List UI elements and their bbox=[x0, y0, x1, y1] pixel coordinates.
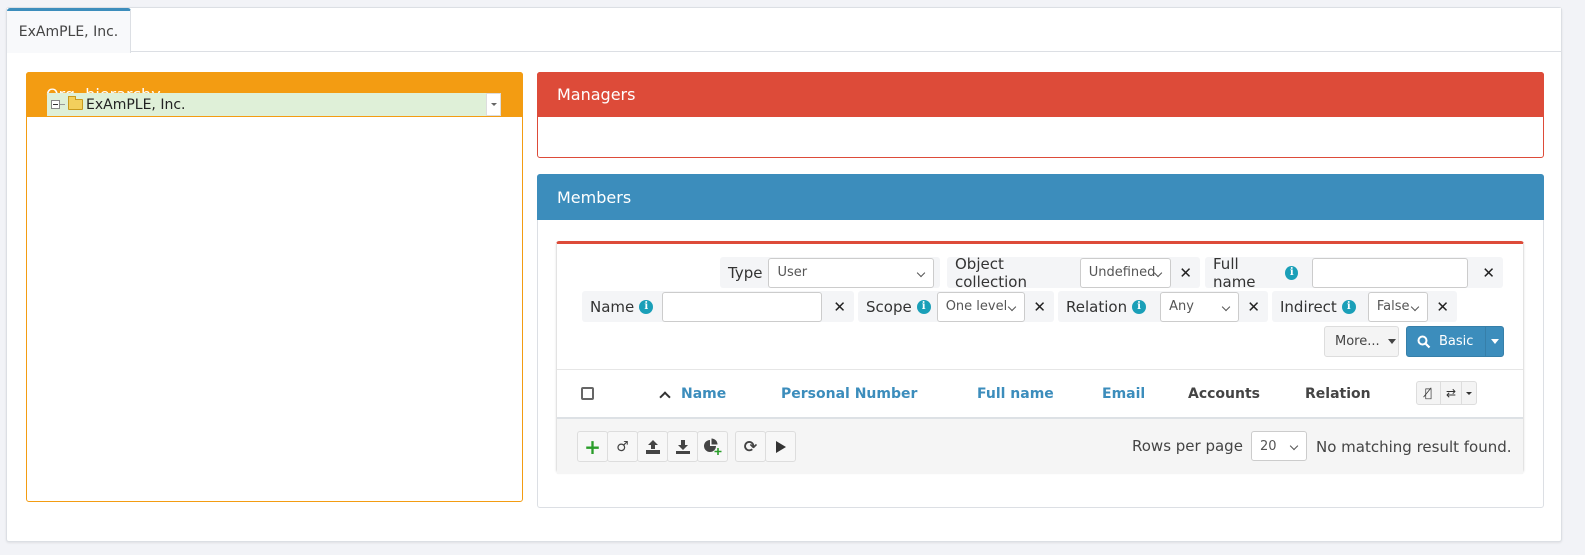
info-icon[interactable]: i bbox=[639, 299, 654, 314]
column-tools: ⛓̸ ⇄ bbox=[1416, 381, 1477, 405]
filter-indirect: Indirect i False ✕ bbox=[1272, 291, 1457, 322]
table-header: Name Personal Number Full name Email Acc… bbox=[557, 369, 1523, 419]
upload-icon bbox=[645, 439, 660, 454]
full-name-label-text: Full name bbox=[1213, 254, 1256, 291]
members-table-box: Type User Object collection Undefined ✕ … bbox=[556, 241, 1524, 474]
report-add-button[interactable] bbox=[697, 431, 728, 462]
tree-node-label: ExAmPLE, Inc. bbox=[86, 96, 186, 113]
scope-select[interactable]: One level bbox=[936, 291, 1026, 322]
type-select[interactable]: User bbox=[768, 257, 934, 288]
refresh-icon: ⟳ bbox=[743, 437, 758, 456]
column-options-dropdown[interactable] bbox=[1462, 382, 1476, 404]
empty-message: No matching result found. bbox=[1316, 438, 1512, 456]
org-hierarchy-panel: Org. hierarchy ExAmPLE, Inc. bbox=[26, 72, 523, 502]
relation-label-text: Relation bbox=[1066, 297, 1128, 316]
unlink-icon[interactable]: ⛓̸ bbox=[1417, 382, 1441, 404]
column-personal-number[interactable]: Personal Number bbox=[781, 370, 917, 418]
assign-button[interactable]: ♂ bbox=[607, 431, 638, 462]
caret-down-icon bbox=[1490, 339, 1499, 344]
column-name[interactable]: Name bbox=[659, 370, 727, 418]
tab-bar: ExAmPLE, Inc. bbox=[7, 8, 1561, 53]
add-icon: + bbox=[584, 434, 601, 459]
clear-object-collection-icon[interactable]: ✕ bbox=[1177, 264, 1194, 282]
collapse-icon[interactable] bbox=[51, 100, 60, 109]
export-button[interactable] bbox=[637, 431, 668, 462]
indirect-select[interactable]: False bbox=[1367, 291, 1429, 322]
members-title: Members bbox=[537, 174, 1544, 220]
folder-icon bbox=[68, 96, 83, 110]
filter-relation: Relation i Any ✕ bbox=[1058, 291, 1268, 322]
assign-icon: ♂ bbox=[616, 438, 629, 455]
info-icon[interactable]: i bbox=[1285, 265, 1299, 280]
rows-per-page-select[interactable]: 20 bbox=[1250, 431, 1307, 461]
info-icon[interactable]: i bbox=[1341, 299, 1356, 314]
caret-down-icon bbox=[1466, 391, 1472, 395]
managers-title: Managers bbox=[537, 72, 1544, 117]
main-container: ExAmPLE, Inc. Org. hierarchy ExAmPLE, In… bbox=[6, 7, 1562, 542]
clear-indirect-icon[interactable]: ✕ bbox=[1434, 298, 1451, 316]
filter-name-label: Name i bbox=[590, 297, 654, 316]
search-button-main[interactable]: Basic bbox=[1407, 327, 1487, 356]
scope-label-text: Scope bbox=[866, 297, 912, 316]
column-full-name[interactable]: Full name bbox=[977, 370, 1054, 418]
indirect-label-text: Indirect bbox=[1280, 297, 1337, 316]
add-button[interactable]: + bbox=[577, 431, 608, 462]
tree-node-dropdown[interactable] bbox=[486, 93, 501, 116]
info-icon[interactable]: i bbox=[916, 299, 931, 314]
more-button[interactable]: More... bbox=[1324, 326, 1399, 357]
search-icon bbox=[1417, 335, 1431, 348]
run-button[interactable] bbox=[765, 431, 796, 462]
relation-select[interactable]: Any bbox=[1160, 291, 1240, 322]
name-label-text: Name bbox=[590, 297, 635, 316]
filter-indirect-label: Indirect i bbox=[1280, 298, 1356, 316]
filter-type-label: Type bbox=[728, 263, 763, 282]
table-footer: + ♂ ⟳ Rows per page 20 No matching resul… bbox=[557, 419, 1523, 474]
column-accounts: Accounts bbox=[1188, 386, 1261, 402]
full-name-input[interactable] bbox=[1312, 257, 1469, 288]
filter-object-collection-label: Object collection bbox=[955, 254, 1027, 291]
managers-panel: Managers bbox=[537, 72, 1544, 158]
basic-search-button[interactable]: Basic bbox=[1406, 326, 1504, 357]
column-name-label: Name bbox=[681, 386, 727, 402]
filter-scope-label: Scope i bbox=[866, 298, 931, 316]
filter-full-name-label: Full name i bbox=[1213, 254, 1299, 291]
filter-object-collection: Object collection Undefined ✕ bbox=[947, 254, 1200, 291]
pie-chart-add-icon bbox=[703, 438, 721, 455]
rows-per-page: Rows per page 20 bbox=[1132, 431, 1307, 461]
caret-down-icon bbox=[1387, 339, 1396, 344]
refresh-button[interactable]: ⟳ bbox=[735, 431, 766, 462]
column-email[interactable]: Email bbox=[1102, 370, 1145, 418]
tree-line bbox=[60, 104, 65, 105]
filter-relation-label: Relation i bbox=[1066, 297, 1147, 316]
more-label: More... bbox=[1335, 334, 1380, 349]
members-panel: Members Type User Object collection Unde… bbox=[537, 174, 1544, 508]
filter-type: Type User bbox=[720, 257, 940, 288]
object-collection-select[interactable]: Undefined bbox=[1079, 257, 1172, 288]
basic-label: Basic bbox=[1439, 334, 1474, 349]
info-icon[interactable]: i bbox=[1132, 299, 1147, 314]
filter-full-name: Full name i ✕ bbox=[1205, 254, 1503, 291]
tab-example-inc[interactable]: ExAmPLE, Inc. bbox=[7, 8, 131, 53]
clear-full-name-icon[interactable]: ✕ bbox=[1480, 264, 1497, 282]
filter-name: Name i ✕ bbox=[582, 291, 854, 322]
import-button[interactable] bbox=[667, 431, 698, 462]
tree-node[interactable]: ExAmPLE, Inc. bbox=[47, 93, 501, 116]
swap-icon[interactable]: ⇄ bbox=[1441, 382, 1462, 404]
search-mode-dropdown[interactable] bbox=[1486, 327, 1503, 356]
column-relation: Relation bbox=[1305, 386, 1371, 402]
rows-per-page-label: Rows per page bbox=[1132, 437, 1243, 455]
filter-scope: Scope i One level ✕ bbox=[858, 291, 1054, 322]
clear-scope-icon[interactable]: ✕ bbox=[1031, 298, 1048, 316]
play-icon bbox=[775, 440, 786, 453]
table-toolbar: + ♂ ⟳ bbox=[577, 431, 796, 462]
name-input[interactable] bbox=[662, 291, 823, 322]
clear-relation-icon[interactable]: ✕ bbox=[1245, 298, 1262, 316]
clear-name-icon[interactable]: ✕ bbox=[831, 298, 848, 316]
select-all-checkbox[interactable] bbox=[581, 387, 594, 400]
sort-asc-icon bbox=[659, 390, 671, 403]
download-icon bbox=[675, 439, 690, 454]
